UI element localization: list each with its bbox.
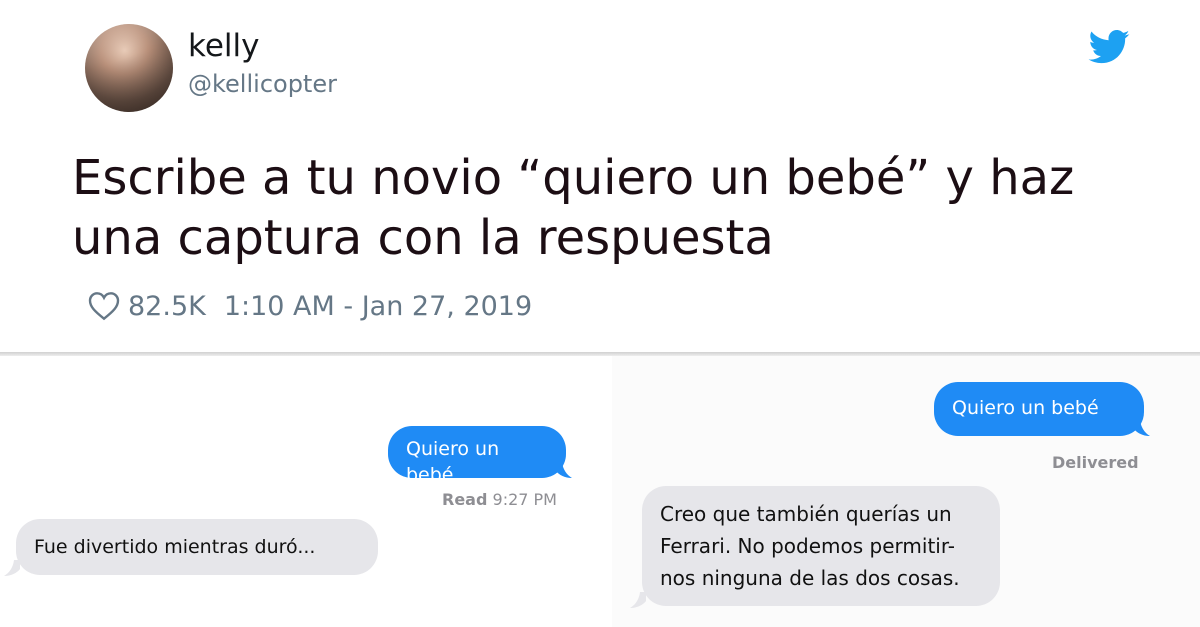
sent-message-bubble: Quiero un bebé xyxy=(388,426,566,486)
chat-screenshot-right: Quiero un bebé Delivered Creo que tambié… xyxy=(612,356,1200,627)
received-message-bubble: Creo que también querías un Ferrari. No … xyxy=(642,486,1000,606)
tweet-text-line: una captura con la respuesta xyxy=(72,210,774,266)
avatar[interactable] xyxy=(85,24,173,112)
like-count: 82.5K xyxy=(128,290,206,322)
message-line: Ferrari. No podemos permitir- xyxy=(660,534,956,558)
tweet-text: Escribe a tu novio “quiero un bebé” y ha… xyxy=(72,148,1172,268)
bubble-tail xyxy=(556,462,572,478)
tweet-timestamp[interactable]: 1:10 AM - Jan 27, 2019 xyxy=(224,291,532,322)
user-handle[interactable]: @kellicopter xyxy=(188,70,337,98)
read-receipt: Read 9:27 PM xyxy=(442,490,557,509)
user-name[interactable]: kelly xyxy=(188,28,260,64)
bubble-tail xyxy=(630,592,646,608)
sent-message-bubble: Quiero un bebé xyxy=(934,382,1144,436)
message-line: Creo que también querías un xyxy=(660,502,952,526)
heart-icon[interactable] xyxy=(88,291,120,321)
read-time: 9:27 PM xyxy=(492,490,557,509)
message-line: nos ninguna de las dos cosas. xyxy=(660,566,960,590)
chat-screenshot-left: Quiero un bebé Read 9:27 PM Fue divertid… xyxy=(0,356,612,627)
bubble-tail xyxy=(1134,420,1150,436)
bubble-tail xyxy=(4,560,20,576)
tweet-card: kelly @kellicopter Escribe a tu novio “q… xyxy=(0,0,1200,352)
twitter-bird-icon[interactable] xyxy=(1088,30,1130,64)
received-message-bubble: Fue divertido mientras duró... xyxy=(16,519,378,575)
tweet-text-line: Escribe a tu novio “quiero un bebé” y ha… xyxy=(72,150,1075,206)
tweet-meta: 82.5K 1:10 AM - Jan 27, 2019 xyxy=(88,286,532,326)
delivered-status: Delivered xyxy=(1052,453,1139,472)
read-label: Read xyxy=(442,490,488,509)
